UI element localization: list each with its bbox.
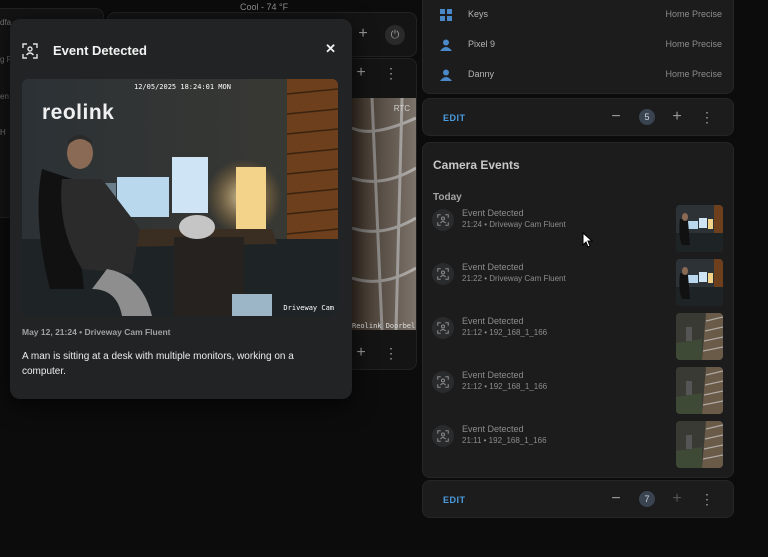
plus-button[interactable]: + [668, 490, 686, 508]
bg-fragment: en [0, 92, 9, 101]
motion-icon [432, 371, 454, 393]
event-title: Event Detected [462, 370, 524, 380]
close-icon[interactable]: ✕ [325, 41, 336, 57]
person-status: Home Precise [665, 69, 722, 79]
person-icon [440, 39, 452, 51]
person-row[interactable]: Keys Home Precise [438, 4, 728, 26]
mouse-cursor [582, 231, 594, 248]
bg-fragment: H [0, 128, 6, 137]
event-subtitle: 21:12 • 192_168_1_166 [462, 328, 548, 337]
camera-brand-logo: reolink [42, 101, 115, 124]
event-thumbnail[interactable] [676, 313, 723, 360]
more-icon[interactable]: ⋮ [382, 344, 400, 362]
event-thumbnail[interactable] [676, 259, 723, 306]
person-name: Keys [468, 9, 489, 19]
minus-button[interactable]: − [607, 490, 625, 508]
person-name: Danny [468, 69, 495, 79]
motion-icon [432, 317, 454, 339]
person-row[interactable]: Danny Home Precise [438, 64, 728, 86]
event-thumbnail[interactable] [676, 367, 723, 414]
grid-icon [440, 9, 452, 21]
event-title: Event Detected [462, 316, 524, 326]
edit-button[interactable]: EDIT [443, 113, 466, 123]
event-title: Event Detected [462, 262, 524, 272]
camera-name-overlay: Driveway Cam [283, 304, 334, 312]
section-label: Today [433, 192, 462, 203]
person-name: Pixel 9 [468, 39, 496, 49]
event-row[interactable]: Event Detected 21:11 • 192_168_1_166 [432, 421, 726, 471]
event-subtitle: 21:12 • 192_168_1_166 [462, 382, 548, 391]
person-status: Home Precise [665, 39, 722, 49]
person-status: Home Precise [665, 9, 722, 19]
count-badge: 5 [639, 109, 655, 125]
event-dialog: Event Detected ✕ reolink 12/05/2025 18:2… [10, 19, 352, 399]
person-icon [440, 69, 452, 81]
motion-icon [432, 263, 454, 285]
event-row[interactable]: Event Detected 21:24 • Driveway Cam Fluen… [432, 205, 726, 255]
plus-button[interactable]: + [354, 25, 372, 43]
event-snapshot: reolink 12/05/2025 18:24:01 MON Driveway… [22, 79, 338, 316]
more-icon[interactable]: ⋮ [382, 64, 400, 82]
motion-icon [432, 425, 454, 447]
event-subtitle: 21:22 • Driveway Cam Fluent [462, 274, 566, 283]
more-icon[interactable]: ⋮ [698, 108, 716, 126]
event-subtitle: 21:24 • Driveway Cam Fluent [462, 220, 566, 229]
event-description: A man is sitting at a desk with multiple… [22, 351, 294, 377]
count-badge: 7 [639, 491, 655, 507]
event-title: Event Detected [462, 208, 524, 218]
event-row[interactable]: Event Detected 21:22 • Driveway Cam Fluen… [432, 259, 726, 309]
camera-label: RTC [393, 104, 410, 113]
event-thumbnail[interactable] [676, 205, 723, 252]
event-title: Event Detected [462, 424, 524, 434]
motion-icon [432, 209, 454, 231]
people-card-footer [422, 98, 734, 136]
camera-events-footer [422, 480, 734, 518]
camera-feed-rtc[interactable]: RTC Reolink Doorbell [352, 98, 416, 330]
plus-button[interactable]: + [352, 344, 370, 362]
thermostat-status: Cool - 74 °F [240, 2, 289, 12]
event-caption: May 12, 21:24 • Driveway Cam Fluent [22, 327, 171, 337]
camera-events-title: Camera Events [433, 158, 520, 172]
more-icon[interactable]: ⋮ [698, 490, 716, 508]
doorbell-label: Reolink Doorbell [352, 322, 416, 330]
power-icon[interactable]: ⏻ [385, 25, 405, 45]
focus-icon [22, 43, 38, 59]
dialog-title: Event Detected [53, 43, 147, 58]
person-row[interactable]: Pixel 9 Home Precise [438, 34, 728, 56]
plus-button[interactable]: + [352, 64, 370, 82]
camera-timestamp: 12/05/2025 18:24:01 MON [134, 83, 231, 91]
event-row[interactable]: Event Detected 21:12 • 192_168_1_166 [432, 367, 726, 417]
plus-button[interactable]: + [668, 108, 686, 126]
event-row[interactable]: Event Detected 21:12 • 192_168_1_166 [432, 313, 726, 363]
edit-button[interactable]: EDIT [443, 495, 466, 505]
event-thumbnail[interactable] [676, 421, 723, 468]
event-subtitle: 21:11 • 192_168_1_166 [462, 436, 547, 445]
minus-button[interactable]: − [607, 108, 625, 126]
